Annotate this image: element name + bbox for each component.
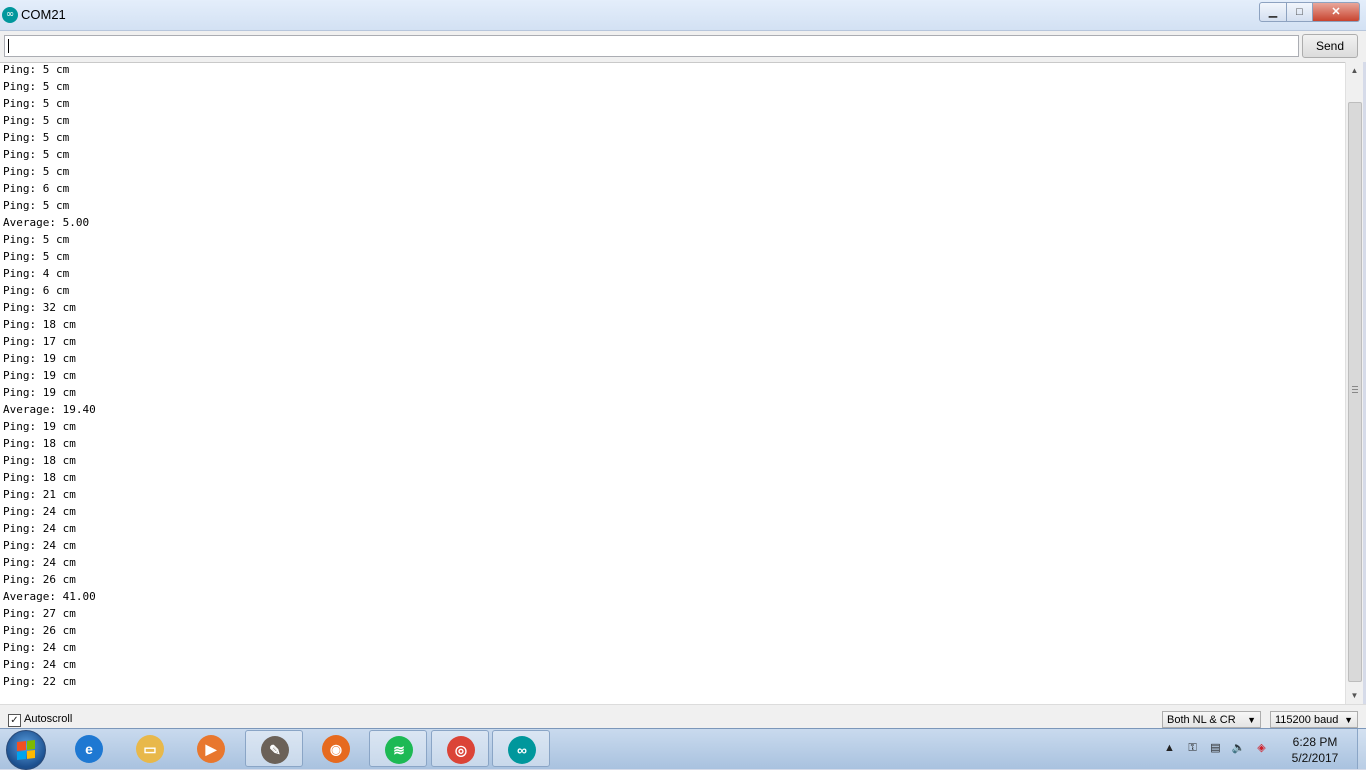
autoscroll-checkbox[interactable]: ✓ [8, 714, 21, 727]
close-button[interactable]: ✕ [1313, 2, 1360, 22]
window-title: COM21 [21, 7, 66, 22]
serial-line: Ping: 5 cm [3, 131, 70, 144]
send-button[interactable]: Send [1302, 34, 1358, 58]
serial-line: Ping: 6 cm [3, 284, 70, 297]
chevron-down-icon: ▼ [1344, 715, 1353, 725]
volume-icon[interactable]: 🔈 [1231, 741, 1246, 756]
chrome-icon: ◎ [447, 736, 475, 764]
serial-line: Ping: 19 cm [3, 420, 76, 433]
scrollbar-thumb[interactable] [1348, 102, 1362, 682]
send-row: Send [0, 31, 1366, 62]
serial-line: Ping: 19 cm [3, 369, 76, 382]
serial-line: Average: 41.00 [3, 590, 96, 603]
serial-line: Ping: 21 cm [3, 488, 76, 501]
serial-line: Ping: 17 cm [3, 335, 76, 348]
antivirus-icon[interactable]: ◈ [1254, 741, 1269, 756]
line-ending-select[interactable]: Both NL & CR ▼ [1162, 711, 1261, 728]
scroll-up-icon[interactable]: ▲ [1346, 62, 1363, 79]
autoscroll-label: Autoscroll [24, 713, 73, 725]
serial-line: Ping: 6 cm [3, 182, 70, 195]
serial-line: Ping: 5 cm [3, 114, 70, 127]
serial-output[interactable]: Ping: 5 cm Ping: 5 cm Ping: 5 cm Ping: 5 cm… [0, 62, 1345, 705]
serial-line: Ping: 5 cm [3, 199, 70, 212]
maximize-button[interactable]: □ [1287, 2, 1313, 22]
serial-line: Ping: 5 cm [3, 63, 70, 76]
text-caret [8, 39, 9, 53]
taskbar-app-firefox[interactable]: ◉ [307, 730, 365, 767]
serial-line: Ping: 24 cm [3, 658, 76, 671]
start-button[interactable] [6, 730, 46, 770]
serial-line: Average: 19.40 [3, 403, 96, 416]
media-player-icon: ▶ [197, 735, 225, 763]
serial-line: Ping: 32 cm [3, 301, 76, 314]
usb-device-icon[interactable]: ⚿ [1185, 741, 1200, 756]
clock[interactable]: 6:28 PM 5/2/2017 [1285, 734, 1345, 766]
serial-line: Ping: 5 cm [3, 148, 70, 161]
taskbar-app-media-player[interactable]: ▶ [182, 730, 240, 767]
serial-input[interactable] [4, 35, 1299, 57]
windows-logo-icon [17, 740, 35, 760]
serial-line: Ping: 19 cm [3, 386, 76, 399]
network-icon[interactable]: ▤ [1208, 741, 1223, 756]
taskbar-app-spotify[interactable]: ≋ [369, 730, 427, 767]
line-ending-value: Both NL & CR [1167, 714, 1236, 726]
spotify-icon: ≋ [385, 736, 413, 764]
grip-icon [1352, 386, 1358, 393]
show-desktop-button[interactable] [1357, 729, 1366, 769]
serial-line: Average: 5.00 [3, 216, 90, 229]
serial-line: Ping: 18 cm [3, 318, 76, 331]
gimp-icon: ✎ [261, 736, 289, 764]
window-controls: ▁ □ ✕ [1259, 2, 1360, 22]
taskbar-app-gimp[interactable]: ✎ [245, 730, 303, 767]
taskbar: e ▭ ▶ ✎ ◉ ≋ ◎ ∞ ▲ ⚿ ▤ 🔈 ◈ 6:28 PM 5/2/2017 [0, 728, 1366, 770]
baud-rate-value: 115200 baud [1275, 714, 1339, 726]
serial-line: Ping: 5 cm [3, 97, 70, 110]
serial-line: Ping: 26 cm [3, 624, 76, 637]
serial-line: Ping: 4 cm [3, 267, 70, 280]
taskbar-app-chrome[interactable]: ◎ [431, 730, 489, 767]
ie-icon: e [75, 735, 103, 763]
bottom-bar: ✓ Autoscroll Both NL & CR ▼ 115200 baud … [0, 704, 1366, 729]
clock-date: 5/2/2017 [1291, 751, 1339, 765]
title-bar: ∞ COM21 ▁ □ ✕ [0, 0, 1366, 31]
serial-line: Ping: 5 cm [3, 233, 70, 246]
serial-line: Ping: 24 cm [3, 505, 76, 518]
serial-line: Ping: 5 cm [3, 80, 70, 93]
clock-time: 6:28 PM [1292, 735, 1338, 749]
taskbar-app-file-explorer[interactable]: ▭ [121, 730, 179, 767]
arduino-icon: ∞ [2, 7, 18, 23]
arduino-icon: ∞ [508, 736, 536, 764]
minimize-button[interactable]: ▁ [1259, 2, 1287, 22]
serial-line: Ping: 18 cm [3, 437, 76, 450]
taskbar-app-arduino[interactable]: ∞ [492, 730, 550, 767]
serial-line: Ping: 24 cm [3, 641, 76, 654]
serial-line: Ping: 18 cm [3, 454, 76, 467]
folder-icon: ▭ [136, 735, 164, 763]
serial-line: Ping: 19 cm [3, 352, 76, 365]
system-tray: ▲ ⚿ ▤ 🔈 ◈ [1162, 741, 1269, 756]
serial-line: Ping: 24 cm [3, 556, 76, 569]
vertical-scrollbar[interactable]: ▲ ▼ [1345, 62, 1363, 704]
taskbar-app-internet-explorer[interactable]: e [60, 730, 118, 767]
serial-line: Ping: 5 cm [3, 165, 70, 178]
show-hidden-icons-icon[interactable]: ▲ [1162, 741, 1177, 756]
scroll-down-icon[interactable]: ▼ [1346, 687, 1363, 704]
baud-rate-select[interactable]: 115200 baud ▼ [1270, 711, 1358, 728]
serial-line: Ping: 5 cm [3, 250, 70, 263]
serial-line: Ping: 18 cm [3, 471, 76, 484]
serial-line: Ping: 27 cm [3, 607, 76, 620]
serial-line: Ping: 24 cm [3, 522, 76, 535]
firefox-icon: ◉ [322, 735, 350, 763]
serial-line: Ping: 26 cm [3, 573, 76, 586]
chevron-down-icon: ▼ [1247, 715, 1256, 725]
serial-line: Ping: 22 cm [3, 675, 76, 688]
serial-line: Ping: 24 cm [3, 539, 76, 552]
